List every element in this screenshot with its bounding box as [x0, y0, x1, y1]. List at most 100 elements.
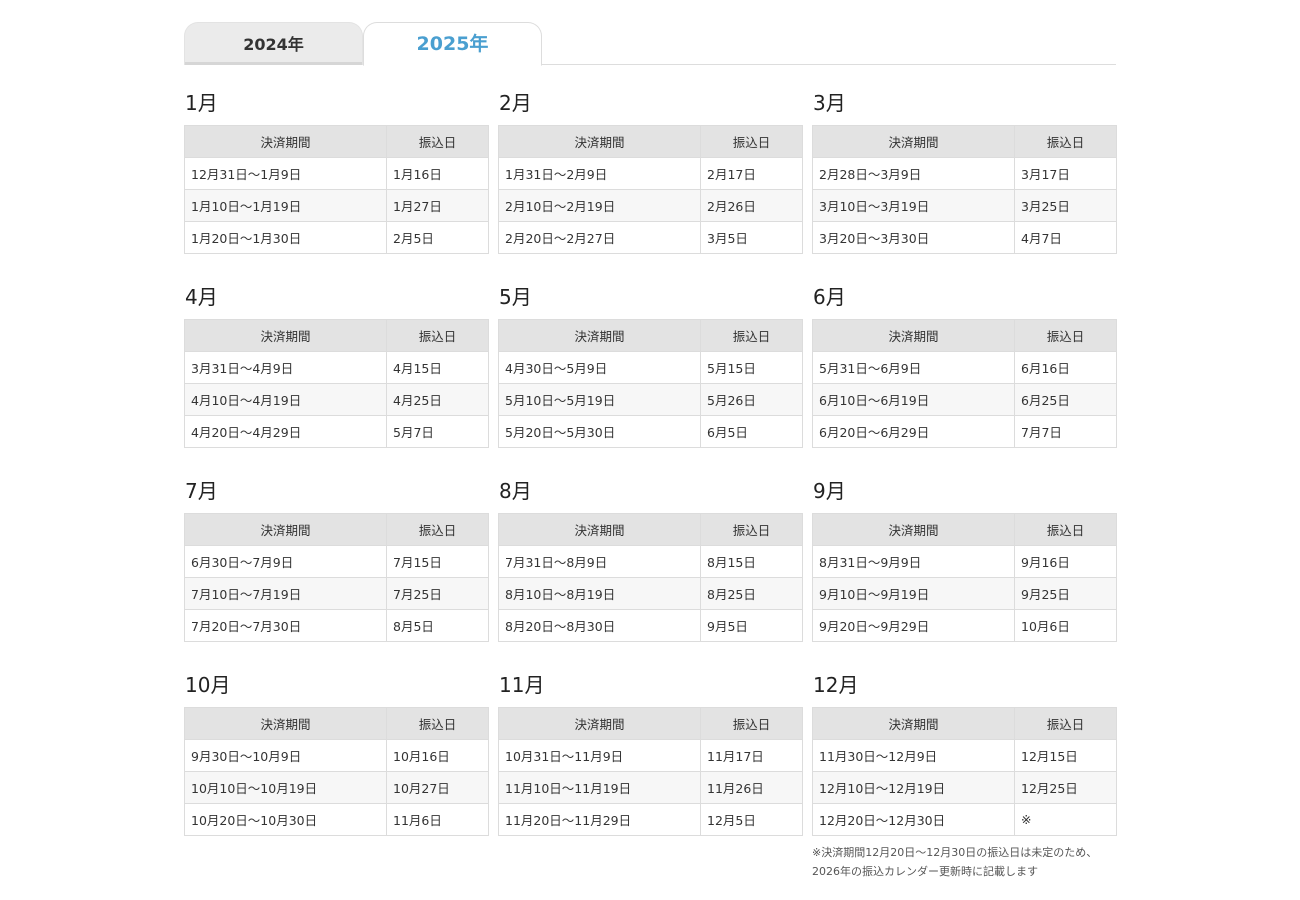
- table-row: 3月20日〜3月30日 4月7日: [812, 221, 1117, 254]
- transfer-date-cell: 12月25日: [1014, 771, 1117, 804]
- transfer-date-cell: 9月16日: [1014, 545, 1117, 578]
- footnote: ※決済期間12月20日〜12月30日の振込日は未定のため、 2026年の振込カレ…: [812, 843, 1132, 881]
- table-row: 6月30日〜7月9日 7月15日: [184, 545, 489, 578]
- transfer-date-cell: ※: [1014, 803, 1117, 836]
- table-row: 8月10日〜8月19日 8月25日: [498, 577, 803, 610]
- schedule-table: 決済期間 振込日 4月30日〜5月9日 5月15日 5月10日〜5月19日 5月26日 5月…: [498, 319, 803, 448]
- transfer-date-cell: 8月15日: [700, 545, 803, 578]
- transfer-date-cell: 2月26日: [700, 189, 803, 222]
- table-row: 9月30日〜10月9日 10月16日: [184, 739, 489, 772]
- table-row: 10月20日〜10月30日 11月6日: [184, 803, 489, 836]
- table-row: 1月20日〜1月30日 2月5日: [184, 221, 489, 254]
- period-cell: 11月20日〜11月29日: [498, 803, 701, 836]
- transfer-date-cell: 3月17日: [1014, 157, 1117, 190]
- month-section: 11月決済期間 振込日 10月31日〜11月9日 11月17日 11月10日〜11月19…: [498, 672, 803, 866]
- table-header-row: 決済期間 振込日: [184, 513, 489, 546]
- transfer-date-cell: 12月5日: [700, 803, 803, 836]
- transfer-date-cell: 2月5日: [386, 221, 489, 254]
- table-row: 1月10日〜1月19日 1月27日: [184, 189, 489, 222]
- transfer-date-cell: 5月7日: [386, 415, 489, 448]
- month-section: 9月決済期間 振込日 8月31日〜9月9日 9月16日 9月10日〜9月19日 9月25日…: [812, 478, 1117, 672]
- header-period: 決済期間: [184, 319, 387, 352]
- month-title: 4月: [185, 285, 218, 309]
- transfer-date-cell: 6月5日: [700, 415, 803, 448]
- transfer-date-cell: 7月15日: [386, 545, 489, 578]
- month-title: 3月: [813, 91, 846, 115]
- table-row: 8月20日〜8月30日 9月5日: [498, 609, 803, 642]
- period-cell: 3月10日〜3月19日: [812, 189, 1015, 222]
- period-cell: 2月20日〜2月27日: [498, 221, 701, 254]
- table-row: 4月10日〜4月19日 4月25日: [184, 383, 489, 416]
- transfer-date-cell: 6月25日: [1014, 383, 1117, 416]
- period-cell: 1月20日〜1月30日: [184, 221, 387, 254]
- table-row: 2月10日〜2月19日 2月26日: [498, 189, 803, 222]
- table-row: 4月20日〜4月29日 5月7日: [184, 415, 489, 448]
- tab-2025[interactable]: 2025年: [363, 22, 542, 66]
- transfer-date-cell: 7月25日: [386, 577, 489, 610]
- period-cell: 5月20日〜5月30日: [498, 415, 701, 448]
- schedule-table: 決済期間 振込日 6月30日〜7月9日 7月15日 7月10日〜7月19日 7月25日 7月…: [184, 513, 489, 642]
- header-period: 決済期間: [812, 513, 1015, 546]
- table-row: 5月10日〜5月19日 5月26日: [498, 383, 803, 416]
- header-transfer-date: 振込日: [1014, 319, 1117, 352]
- transfer-date-cell: 10月16日: [386, 739, 489, 772]
- month-title: 5月: [499, 285, 532, 309]
- table-row: 8月31日〜9月9日 9月16日: [812, 545, 1117, 578]
- period-cell: 10月20日〜10月30日: [184, 803, 387, 836]
- table-row: 12月10日〜12月19日 12月25日: [812, 771, 1117, 804]
- month-title: 11月: [499, 673, 545, 697]
- month-section: 6月 決済期間 振込日 5月31日〜6月9日 6月16日 6月10日〜6月19日 6月25日…: [812, 284, 1117, 478]
- month-section: 4月決済期間 振込日 3月31日〜4月9日 4月15日 4月10日〜4月19日 4月25日…: [184, 284, 489, 478]
- header-transfer-date: 振込日: [386, 513, 489, 546]
- period-cell: 8月20日〜8月30日: [498, 609, 701, 642]
- period-cell: 7月31日〜8月9日: [498, 545, 701, 578]
- period-cell: 4月20日〜4月29日: [184, 415, 387, 448]
- period-cell: 3月31日〜4月9日: [184, 351, 387, 384]
- header-transfer-date: 振込日: [1014, 513, 1117, 546]
- schedule-table: 決済期間 振込日 10月31日〜11月9日 11月17日 11月10日〜11月19日 11…: [498, 707, 803, 836]
- footnote-line-1: ※決済期間12月20日〜12月30日の振込日は未定のため、: [812, 846, 1098, 859]
- header-period: 決済期間: [184, 513, 387, 546]
- period-cell: 1月31日〜2月9日: [498, 157, 701, 190]
- schedule-table: 決済期間 振込日 8月31日〜9月9日 9月16日 9月10日〜9月19日 9月25日 9月…: [812, 513, 1117, 642]
- table-header-row: 決済期間 振込日: [498, 319, 803, 352]
- table-header-row: 決済期間 振込日: [812, 513, 1117, 546]
- period-cell: 2月10日〜2月19日: [498, 189, 701, 222]
- transfer-date-cell: 4月15日: [386, 351, 489, 384]
- table-row: 10月10日〜10月19日 10月27日: [184, 771, 489, 804]
- header-transfer-date: 振込日: [1014, 707, 1117, 740]
- calendar-container: 2024年 2025年 1月 決済期間 振込日 12月31日〜1月9日 1月16日 1月1…: [184, 22, 1117, 866]
- transfer-date-cell: 8月25日: [700, 577, 803, 610]
- period-cell: 11月30日〜12月9日: [812, 739, 1015, 772]
- table-row: 12月20日〜12月30日 ※: [812, 803, 1117, 836]
- period-cell: 3月20日〜3月30日: [812, 221, 1015, 254]
- transfer-date-cell: 10月27日: [386, 771, 489, 804]
- header-transfer-date: 振込日: [386, 125, 489, 158]
- header-period: 決済期間: [812, 707, 1015, 740]
- table-header-row: 決済期間 振込日: [184, 319, 489, 352]
- period-cell: 4月10日〜4月19日: [184, 383, 387, 416]
- table-row: 6月10日〜6月19日 6月25日: [812, 383, 1117, 416]
- table-row: 4月30日〜5月9日 5月15日: [498, 351, 803, 384]
- period-cell: 5月10日〜5月19日: [498, 383, 701, 416]
- period-cell: 9月30日〜10月9日: [184, 739, 387, 772]
- tab-2024[interactable]: 2024年: [184, 22, 363, 65]
- month-title: 6月: [813, 285, 846, 309]
- period-cell: 12月31日〜1月9日: [184, 157, 387, 190]
- month-title: 9月: [813, 479, 846, 503]
- period-cell: 1月10日〜1月19日: [184, 189, 387, 222]
- transfer-date-cell: 1月16日: [386, 157, 489, 190]
- month-title: 12月: [813, 673, 859, 697]
- table-row: 5月31日〜6月9日 6月16日: [812, 351, 1117, 384]
- month-section: 8月 決済期間 振込日 7月31日〜8月9日 8月15日 8月10日〜8月19日 8月25日…: [498, 478, 803, 672]
- transfer-date-cell: 9月5日: [700, 609, 803, 642]
- header-transfer-date: 振込日: [700, 707, 803, 740]
- header-period: 決済期間: [498, 707, 701, 740]
- transfer-date-cell: 4月7日: [1014, 221, 1117, 254]
- table-row: 11月30日〜12月9日 12月15日: [812, 739, 1117, 772]
- period-cell: 7月20日〜7月30日: [184, 609, 387, 642]
- header-period: 決済期間: [498, 125, 701, 158]
- transfer-date-cell: 7月7日: [1014, 415, 1117, 448]
- header-period: 決済期間: [498, 319, 701, 352]
- period-cell: 11月10日〜11月19日: [498, 771, 701, 804]
